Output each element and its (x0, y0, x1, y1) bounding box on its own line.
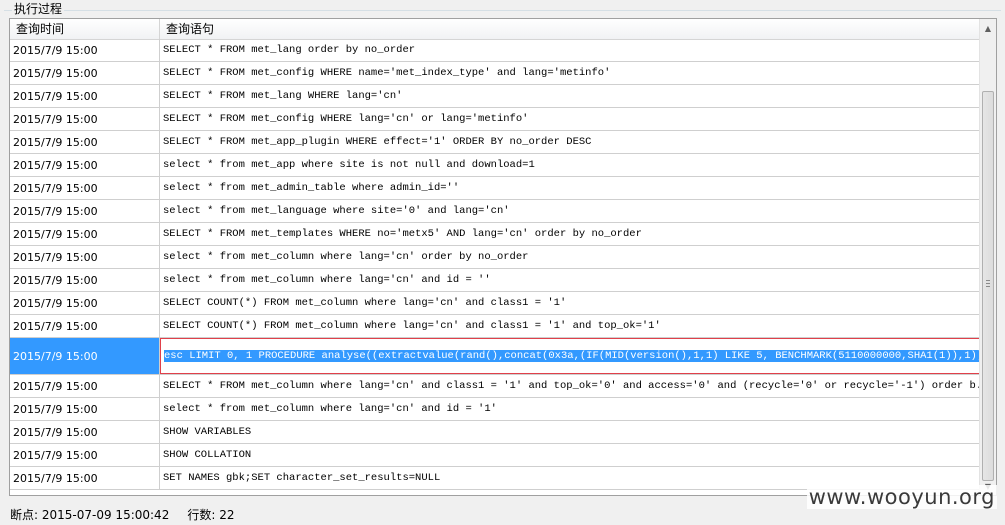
query-text: select * from met_app where site is not … (163, 159, 535, 171)
table-row[interactable]: 2015/7/9 15:00 select * from met_column w… (10, 269, 982, 292)
query-text: SELECT * FROM met_column where lang='cn'… (163, 380, 980, 392)
table-row[interactable]: 2015/7/9 15:00 SELECT * FROM met_lang ord… (10, 39, 982, 62)
table-row[interactable]: 2015/7/9 15:00 select * from met_app wher… (10, 154, 982, 177)
breakpoint-status: 断点: 2015-07-09 15:00:42 (10, 506, 169, 524)
table-row[interactable]: 2015/7/9 15:00 select * from met_admin_ta… (10, 177, 982, 200)
query-text: select * from met_admin_table where admi… (163, 182, 460, 194)
table-row[interactable]: 2015/7/9 15:00 SHOW VARIABLES (10, 421, 982, 444)
table-row[interactable]: 2015/7/9 15:00 select * from met_column w… (10, 398, 982, 421)
query-text: SELECT * FROM met_lang WHERE lang='cn' (163, 90, 403, 102)
scrollbar-thumb[interactable] (982, 91, 994, 481)
cell-query-time[interactable]: 2015/7/9 15:00 (10, 85, 160, 107)
cell-query-time[interactable]: 2015/7/9 15:00 (10, 154, 160, 176)
scroll-up-arrow-icon[interactable]: ▲ (981, 20, 995, 36)
column-header-time[interactable]: 查询时间 (10, 19, 160, 39)
cell-query-statement[interactable]: SELECT * FROM met_column where lang='cn'… (160, 375, 980, 397)
query-log-table[interactable]: 查询时间 查询语句 2015/7/9 15:00 SELECT * FROM me… (9, 18, 997, 496)
query-text: select * from met_language where site='0… (163, 205, 510, 217)
cell-query-time[interactable]: 2015/7/9 15:00 (10, 375, 160, 397)
row-count-status: 行数: 22 (187, 506, 234, 524)
query-text: SELECT * FROM met_lang order by no_order (163, 44, 416, 56)
cell-query-time[interactable]: 2015/7/9 15:00 (10, 108, 160, 130)
cell-query-time[interactable]: 2015/7/9 15:00 (10, 246, 160, 268)
cell-query-time[interactable]: 2015/7/9 15:00 (10, 131, 160, 153)
group-title: 执行过程 (12, 1, 65, 17)
cell-query-statement[interactable]: SHOW COLLATION (160, 444, 980, 466)
query-text: select * from met_column where lang='cn'… (163, 251, 529, 263)
cell-query-time[interactable]: 2015/7/9 15:00 (10, 315, 160, 337)
table-row[interactable]: 2015/7/9 15:00 SELECT * FROM met_config W… (10, 108, 982, 131)
breakpoint-value: 2015-07-09 15:00:42 (41, 508, 170, 522)
cell-query-statement[interactable]: SELECT * FROM met_config WHERE lang='cn'… (160, 108, 980, 130)
row-count-label: 行数: (187, 508, 216, 522)
row-count-value: 22 (219, 508, 235, 522)
query-text: SHOW VARIABLES (163, 426, 252, 438)
watermark: www.wooyun.org (806, 485, 997, 509)
cell-query-time[interactable]: 2015/7/9 15:00 (10, 39, 160, 61)
table-row[interactable]: 2015/7/9 15:00 select * from met_column w… (10, 246, 982, 269)
cell-query-time[interactable]: 2015/7/9 15:00 (10, 223, 160, 245)
table-row[interactable]: 2015/7/9 15:00 SELECT * FROM met_config W… (10, 62, 982, 85)
cell-query-statement[interactable]: select * from met_admin_table where admi… (160, 177, 980, 199)
cell-query-time[interactable]: 2015/7/9 15:00 (10, 398, 160, 420)
table-row[interactable]: 2015/7/9 15:00 select * from met_language… (10, 200, 982, 223)
cell-query-statement[interactable]: SELECT COUNT(*) FROM met_column where la… (160, 315, 980, 337)
status-bar: 断点: 2015-07-09 15:00:42 行数: 22 (10, 506, 234, 524)
cell-query-statement[interactable]: select * from met_column where lang='cn'… (160, 246, 980, 268)
query-text: SELECT * FROM met_config WHERE name='met… (163, 67, 611, 79)
cell-query-statement[interactable]: SELECT * FROM met_templates WHERE no='me… (160, 223, 980, 245)
table-row[interactable]: 2015/7/9 15:00 SHOW COLLATION (10, 444, 982, 467)
cell-query-statement[interactable]: SELECT * FROM met_app_plugin WHERE effec… (160, 131, 980, 153)
table-body: 2015/7/9 15:00 SELECT * FROM met_lang ord… (10, 39, 982, 490)
cell-query-statement[interactable]: SHOW VARIABLES (160, 421, 980, 443)
table-row[interactable]: 2015/7/9 15:00 SELECT * FROM met_column w… (10, 375, 982, 398)
table-row[interactable]: 2015/7/9 15:00 SELECT * FROM met_lang WHE… (10, 85, 982, 108)
cell-query-statement[interactable]: select * from met_column where lang='cn'… (160, 269, 980, 291)
table-row[interactable]: 2015/7/9 15:00 SELECT * FROM met_app_plug… (10, 131, 982, 154)
vertical-scrollbar[interactable]: ▲ ▼ (979, 19, 996, 495)
cell-query-time[interactable]: 2015/7/9 15:00 (10, 444, 160, 466)
cell-query-statement[interactable]: SELECT * FROM met_config WHERE name='met… (160, 62, 980, 84)
cell-query-statement[interactable]: SELECT * FROM met_lang order by no_order (160, 39, 980, 61)
query-text: SELECT * FROM met_app_plugin WHERE effec… (163, 136, 592, 148)
grip-icon (986, 280, 990, 289)
column-header-query[interactable]: 查询语句 (160, 19, 982, 39)
cell-query-time[interactable]: 2015/7/9 15:00 (10, 177, 160, 199)
cell-query-statement[interactable]: SELECT * FROM met_lang WHERE lang='cn' (160, 85, 980, 107)
query-text: select * from met_column where lang='cn'… (163, 403, 497, 415)
query-text: SET NAMES gbk;SET character_set_results=… (163, 472, 441, 484)
cell-query-statement[interactable]: select * from met_column where lang='cn'… (160, 398, 980, 420)
cell-query-time[interactable]: 2015/7/9 15:00 (10, 62, 160, 84)
group-box-border (4, 10, 1001, 11)
query-text: SELECT * FROM met_templates WHERE no='me… (163, 228, 642, 240)
table-row[interactable]: 2015/7/9 15:00 esc LIMIT 0, 1 PROCEDURE a… (10, 338, 982, 375)
query-text: esc LIMIT 0, 1 PROCEDURE analyse((extrac… (164, 350, 979, 362)
cell-query-time[interactable]: 2015/7/9 15:00 (10, 292, 160, 314)
table-row[interactable]: 2015/7/9 15:00 SELECT COUNT(*) FROM met_c… (10, 292, 982, 315)
query-text: SELECT COUNT(*) FROM met_column where la… (163, 320, 661, 332)
cell-query-statement[interactable]: select * from met_language where site='0… (160, 200, 980, 222)
table-header: 查询时间 查询语句 (10, 19, 982, 40)
breakpoint-label: 断点: (10, 508, 39, 522)
cell-query-time[interactable]: 2015/7/9 15:00 (10, 338, 160, 374)
cell-query-statement[interactable]: SELECT COUNT(*) FROM met_column where la… (160, 292, 980, 314)
query-text: select * from met_column where lang='cn'… (163, 274, 491, 286)
query-text: SHOW COLLATION (163, 449, 252, 461)
query-text: SELECT COUNT(*) FROM met_column where la… (163, 297, 567, 309)
cell-query-time[interactable]: 2015/7/9 15:00 (10, 467, 160, 489)
cell-query-time[interactable]: 2015/7/9 15:00 (10, 421, 160, 443)
cell-query-time[interactable]: 2015/7/9 15:00 (10, 269, 160, 291)
query-text: SELECT * FROM met_config WHERE lang='cn'… (163, 113, 529, 125)
cell-query-statement[interactable]: esc LIMIT 0, 1 PROCEDURE analyse((extrac… (160, 338, 980, 374)
cell-query-statement[interactable]: select * from met_app where site is not … (160, 154, 980, 176)
cell-query-time[interactable]: 2015/7/9 15:00 (10, 200, 160, 222)
table-row[interactable]: 2015/7/9 15:00 SELECT COUNT(*) FROM met_c… (10, 315, 982, 338)
table-row[interactable]: 2015/7/9 15:00 SELECT * FROM met_template… (10, 223, 982, 246)
